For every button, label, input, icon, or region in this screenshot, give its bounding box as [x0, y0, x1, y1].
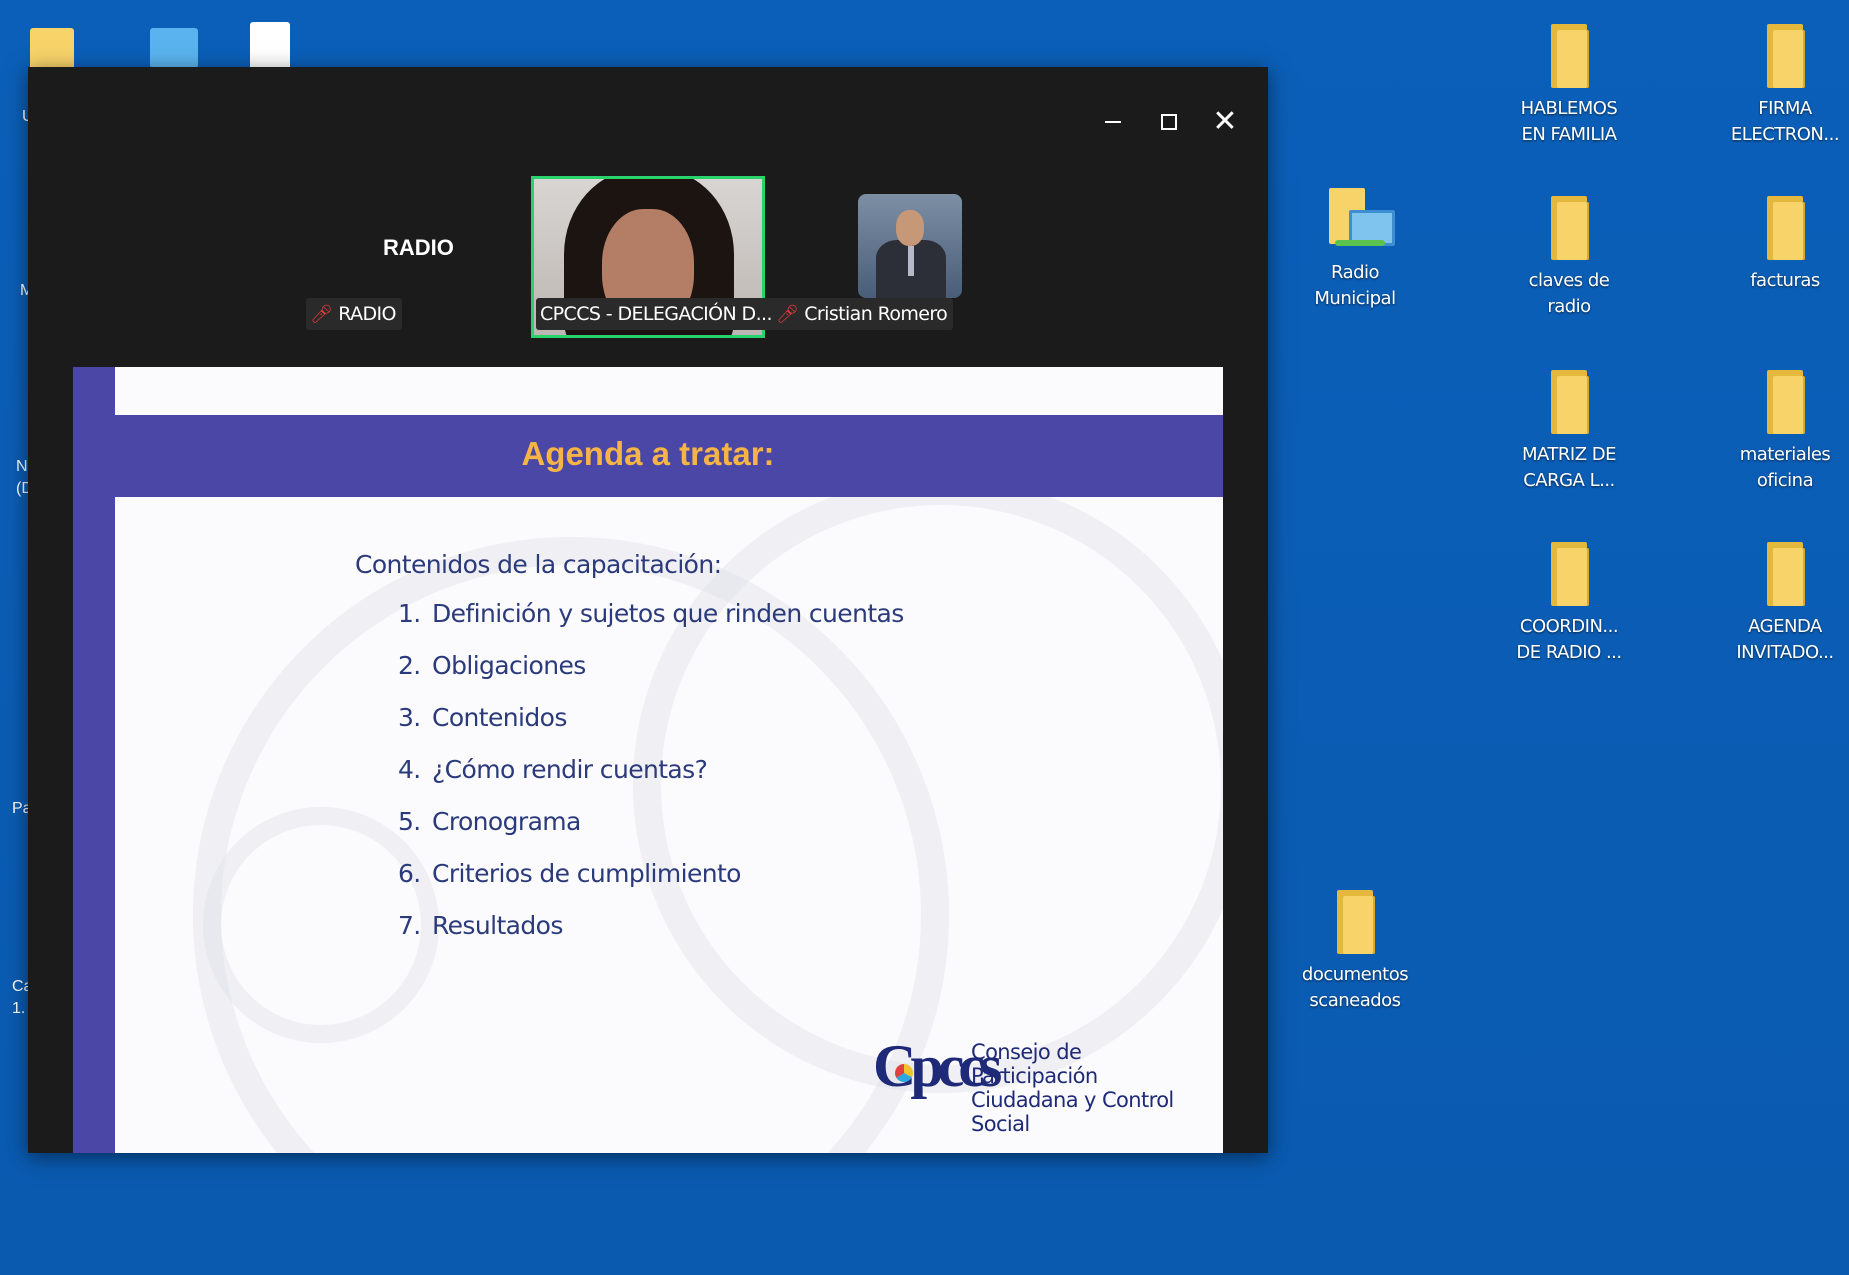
meeting-window: ✕ RADIO 🎤︎ RADIO CPCCS - DELEGACIÓN D... …: [28, 67, 1268, 1153]
network-folder-icon: [1315, 188, 1395, 258]
desktop-icon-label: HABLEMOS EN FAMILIA: [1520, 98, 1618, 145]
desktop-icon-label: facturas: [1750, 270, 1820, 291]
participant-radio-tag: 🎤︎ RADIO: [306, 298, 402, 330]
close-icon: ✕: [1212, 104, 1238, 139]
active-speaker-tag: CPCCS - DELEGACIÓN D...: [536, 298, 778, 330]
list-item: 7. Resultados: [398, 911, 563, 940]
folder-icon: [1547, 196, 1591, 260]
list-item: 3. Contenidos: [398, 703, 567, 732]
list-item: 2. Obligaciones: [398, 651, 586, 680]
desktop-icon-agenda[interactable]: AGENDA INVITADO...: [1720, 542, 1849, 666]
title-bar[interactable]: [28, 67, 1268, 177]
list-item: 5. Cronograma: [398, 807, 581, 836]
desktop-icon-label: documentos scaneados: [1301, 964, 1409, 1011]
maximize-button[interactable]: [1144, 97, 1194, 147]
desktop-icon-facturas[interactable]: facturas: [1720, 196, 1849, 294]
cpccs-logo: Cpccs Consejo de Participación Ciudadana…: [873, 1032, 1213, 1136]
desktop-icon-radio-municipal[interactable]: Radio Municipal: [1290, 188, 1420, 312]
muted-mic-icon: 🎤︎: [776, 304, 799, 325]
shared-slide: Agenda a tratar: Contenidos de la capaci…: [73, 367, 1223, 1153]
list-item: 4. ¿Cómo rendir cuentas?: [398, 755, 708, 784]
folder-icon: [1547, 24, 1591, 88]
minimize-icon: [1105, 121, 1121, 123]
slide-title-banner: Agenda a tratar:: [73, 415, 1223, 497]
desktop-icon-label: FIRMA ELECTRON...: [1730, 98, 1840, 145]
cpccs-logo-text: Consejo de Participación Ciudadana y Con…: [971, 1040, 1174, 1136]
desktop-icon-label: COORDIN... DE RADIO ...: [1516, 616, 1622, 663]
participant-tag-label: RADIO: [338, 303, 396, 325]
participant-tag-label: CPCCS - DELEGACIÓN D...: [540, 303, 773, 325]
desktop-icon-label: Radio Municipal: [1314, 262, 1396, 309]
muted-mic-icon: 🎤︎: [310, 304, 333, 325]
folder-icon: [1763, 370, 1807, 434]
folder-icon: [1763, 542, 1807, 606]
desktop-icon-label: claves de radio: [1528, 270, 1610, 317]
desktop-icon-matriz[interactable]: MATRIZ DE CARGA L...: [1504, 370, 1634, 494]
partial-icon-1[interactable]: [30, 28, 74, 72]
close-button[interactable]: ✕: [1200, 97, 1250, 147]
agenda-list: 1. Definición y sujetos que rinden cuenta…: [398, 599, 904, 963]
desktop-icon-materiales[interactable]: materiales oficina: [1720, 370, 1849, 494]
desktop-icon-label: AGENDA INVITADO...: [1736, 616, 1834, 663]
folder-icon: [1763, 196, 1807, 260]
folder-icon: [1547, 542, 1591, 606]
participant-radio-name: RADIO: [383, 235, 454, 260]
participant-tag-label: Cristian Romero: [804, 303, 948, 325]
desktop-icon-claves[interactable]: claves de radio: [1504, 196, 1634, 320]
desktop-icon-hablemos[interactable]: HABLEMOS EN FAMILIA: [1504, 24, 1634, 148]
maximize-icon: [1161, 114, 1177, 130]
desktop-icon-label: materiales oficina: [1739, 444, 1831, 491]
slide-title: Agenda a tratar:: [521, 435, 775, 472]
participant-video-cristian[interactable]: [858, 194, 962, 298]
desktop-icon-coordin[interactable]: COORDIN... DE RADIO ...: [1504, 542, 1634, 666]
desktop-icon-label: MATRIZ DE CARGA L...: [1521, 444, 1617, 491]
desktop-icon-documentos[interactable]: documentos scaneados: [1290, 890, 1420, 1014]
list-item: 6. Criterios de cumplimiento: [398, 859, 741, 888]
folder-icon: [1333, 890, 1377, 954]
minimize-button[interactable]: [1088, 97, 1138, 147]
folder-icon: [1547, 370, 1591, 434]
desktop-icon-firma[interactable]: FIRMA ELECTRON...: [1720, 24, 1849, 148]
slide-intro: Contenidos de la capacitación:: [355, 550, 722, 579]
partial-icon-2[interactable]: [150, 28, 198, 68]
partial-icon-3[interactable]: [250, 22, 290, 70]
participant-cristian-tag: 🎤︎ Cristian Romero: [772, 298, 954, 330]
list-item: 1. Definición y sujetos que rinden cuenta…: [398, 599, 904, 628]
folder-icon: [1763, 24, 1807, 88]
